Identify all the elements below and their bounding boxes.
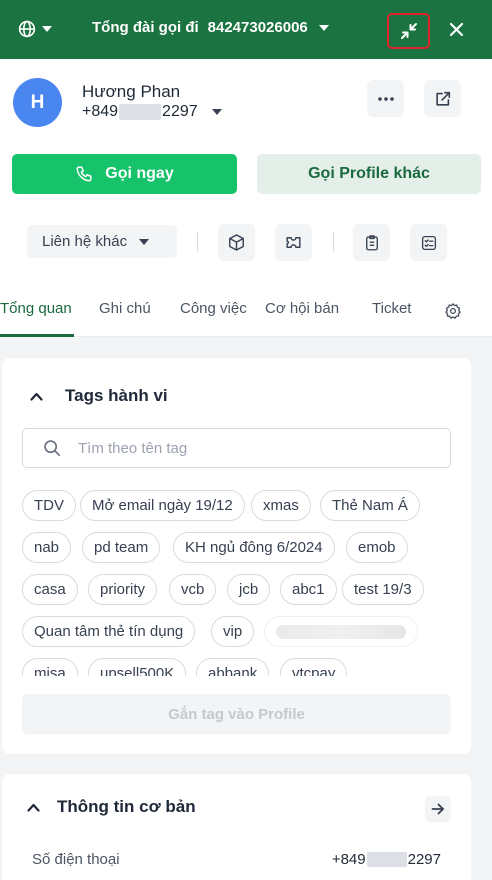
search-icon xyxy=(44,440,61,457)
tag-list: TDV Mở email ngày 19/12 xmas Thẻ Nam Á n… xyxy=(20,486,455,676)
avatar: H xyxy=(13,78,62,127)
tab-ticket[interactable]: Ticket xyxy=(372,300,411,317)
tag-chip[interactable]: Thẻ Nam Á xyxy=(320,490,420,521)
tag-chip[interactable]: KH ngủ đông 6/2024 xyxy=(173,532,335,563)
phone-prefix: +849 xyxy=(82,103,119,120)
chevron-down-icon xyxy=(42,26,52,32)
tag-chip[interactable]: nab xyxy=(22,532,72,563)
language-selector[interactable] xyxy=(18,18,54,40)
tag-chip[interactable]: casa xyxy=(22,574,78,605)
phone-value: +849 2297 xyxy=(332,851,441,868)
tag-chip[interactable]: Quan tâm thẻ tín dụng xyxy=(22,616,196,647)
basic-info-title: Thông tin cơ bản xyxy=(57,797,196,816)
tag-chip[interactable]: xmas xyxy=(251,490,311,521)
phone-icon xyxy=(76,166,92,182)
close-button[interactable] xyxy=(445,18,467,40)
call-line-number: 842473026006 xyxy=(207,19,308,36)
external-link-icon xyxy=(435,91,450,106)
arrow-right-icon xyxy=(431,803,444,815)
tab-bar: Tổng quan Ghi chú Công việc Cơ hội bán T… xyxy=(0,290,492,337)
tag-chip[interactable]: vcb xyxy=(169,574,217,605)
box-icon xyxy=(229,234,244,251)
more-options-button[interactable] xyxy=(367,80,404,117)
phone-label: Số điện thoại xyxy=(32,851,120,868)
basic-info-expand-button[interactable] xyxy=(425,796,451,822)
chevron-down-icon xyxy=(139,238,150,245)
phone-dropdown[interactable] xyxy=(211,109,222,115)
tag-chip[interactable]: Mở email ngày 19/12 xyxy=(80,490,245,521)
open-external-button[interactable] xyxy=(424,80,461,117)
clipboard-button[interactable] xyxy=(353,224,390,261)
profile-phone: +849 2297 xyxy=(82,103,222,121)
blurred-content xyxy=(276,624,406,639)
tags-section-header[interactable]: Tags hành vi xyxy=(30,386,168,406)
call-now-button[interactable]: Gọi ngay xyxy=(12,154,237,194)
phone-prefix: +849 xyxy=(331,851,366,868)
tag-chip[interactable]: pd team xyxy=(82,532,161,563)
clipboard-icon xyxy=(365,234,378,250)
search-placeholder: Tìm theo tên tag xyxy=(78,439,188,457)
call-line-selector[interactable]: Tổng đài gọi đi 842473026006 xyxy=(92,19,329,36)
phone-suffix: 2297 xyxy=(162,103,198,120)
tag-chip[interactable]: misa xyxy=(22,658,78,676)
chevron-up-icon xyxy=(30,392,43,401)
tag-chip[interactable]: priority xyxy=(88,574,158,605)
tag-chip[interactable]: jcb xyxy=(227,574,271,605)
close-icon xyxy=(449,22,463,36)
tag-chip[interactable]: vtcpay xyxy=(280,658,348,676)
tab-tasks[interactable]: Công việc xyxy=(180,300,247,317)
tag-chip[interactable]: abbank xyxy=(196,658,270,676)
chevron-down-icon xyxy=(318,24,329,31)
tab-notes[interactable]: Ghi chú xyxy=(99,300,151,317)
tab-overview[interactable]: Tổng quan xyxy=(0,300,72,317)
tag-chip[interactable]: vip xyxy=(211,616,255,647)
phone-mask xyxy=(366,852,407,867)
gear-icon xyxy=(445,303,461,319)
assign-tag-button[interactable]: Gắn tag vào Profile xyxy=(22,694,451,734)
tag-chip[interactable]: test 19/3 xyxy=(342,574,424,605)
tag-chip-blurred[interactable] xyxy=(264,616,418,647)
tab-settings[interactable] xyxy=(444,302,462,324)
basic-info-section-header[interactable]: Thông tin cơ bản xyxy=(27,797,196,817)
tag-chip[interactable]: upsell500K xyxy=(88,658,187,676)
tag-chip[interactable]: TDV xyxy=(22,490,76,521)
call-line-label: Tổng đài gọi đi xyxy=(92,19,199,36)
tags-section-title: Tags hành vi xyxy=(65,386,168,405)
minimize-arrows-icon xyxy=(400,23,417,39)
tag-chip[interactable]: abc1 xyxy=(280,574,337,605)
divider xyxy=(333,232,334,252)
tab-opportunities[interactable]: Cơ hội bán xyxy=(265,300,339,317)
globe-icon xyxy=(18,20,36,38)
header-bar: Tổng đài gọi đi 842473026006 xyxy=(0,0,492,59)
tag-search-input[interactable]: Tìm theo tên tag xyxy=(22,428,451,468)
other-contact-label: Liên hệ khác xyxy=(42,233,128,250)
phone-suffix: 2297 xyxy=(407,851,441,868)
profile-name: Hương Phan xyxy=(82,82,181,101)
checklist-icon xyxy=(421,235,436,250)
voucher-button[interactable] xyxy=(275,224,312,261)
ticket-icon xyxy=(286,237,301,248)
phone-mask xyxy=(119,104,162,120)
divider xyxy=(197,232,198,252)
more-dots-icon xyxy=(377,96,394,101)
minimize-button[interactable] xyxy=(387,13,430,49)
product-button[interactable] xyxy=(218,224,255,261)
other-contact-dropdown[interactable]: Liên hệ khác xyxy=(27,225,177,258)
chevron-up-icon xyxy=(27,803,40,812)
tag-chip[interactable]: emob xyxy=(346,532,408,563)
call-other-profile-button[interactable]: Gọi Profile khác xyxy=(257,154,481,194)
checklist-button[interactable] xyxy=(410,224,447,261)
call-now-label: Gọi ngay xyxy=(105,165,174,182)
